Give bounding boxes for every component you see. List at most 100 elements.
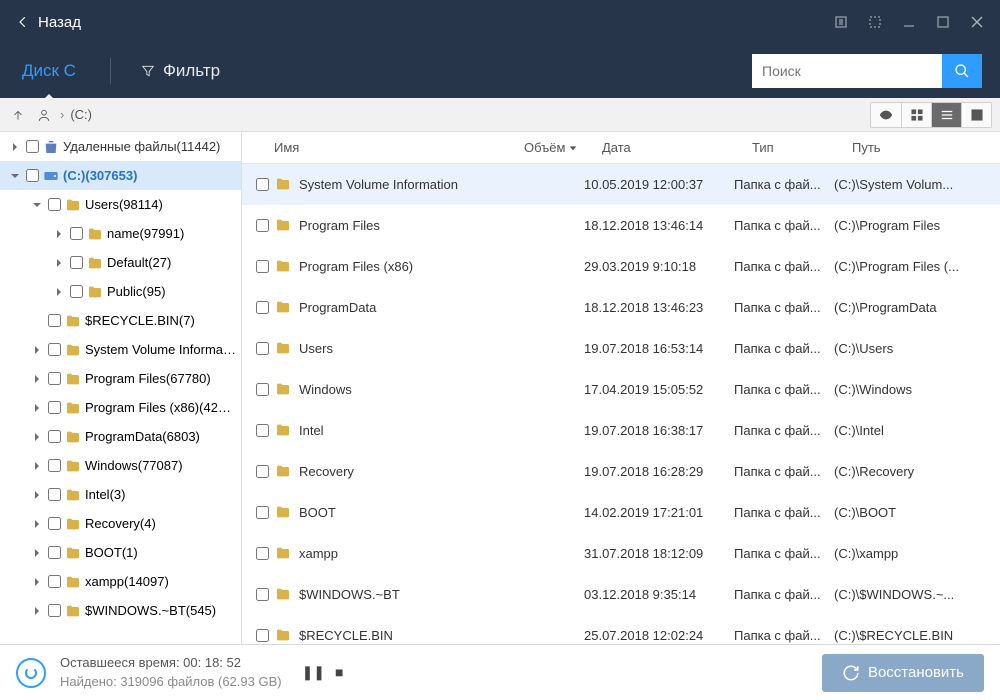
tree-item[interactable]: Program Files(67780) [0,364,241,393]
expand-arrow[interactable] [52,285,66,299]
tree-item[interactable]: Windows(77087) [0,451,241,480]
tree-item[interactable]: $WINDOWS.~BT(545) [0,596,241,625]
view-grid[interactable] [901,103,931,127]
tree-checkbox[interactable] [48,546,61,559]
file-row[interactable]: xampp31.07.2018 18:12:09Папка с фай...(C… [242,533,1000,574]
tree-item[interactable]: BOOT(1) [0,538,241,567]
expand-arrow[interactable] [30,198,44,212]
tree-checkbox[interactable] [48,198,61,211]
expand-arrow[interactable] [30,372,44,386]
tree-checkbox[interactable] [26,140,39,153]
row-checkbox[interactable] [256,506,269,519]
expand-arrow[interactable] [30,517,44,531]
expand-arrow[interactable] [30,488,44,502]
tree-checkbox[interactable] [26,169,39,182]
tree-checkbox[interactable] [70,256,83,269]
file-row[interactable]: Users19.07.2018 16:53:14Папка с фай...(C… [242,328,1000,369]
expand-arrow[interactable] [30,459,44,473]
tree-item[interactable]: System Volume Information(6) [0,335,241,364]
file-row[interactable]: System Volume Information10.05.2019 12:0… [242,164,1000,205]
expand-arrow[interactable] [8,140,22,154]
tree-checkbox[interactable] [48,372,61,385]
expand-arrow[interactable] [30,430,44,444]
back-button[interactable]: Назад [8,14,89,31]
window-tool2[interactable] [860,8,890,36]
tree-item[interactable]: Recovery(4) [0,509,241,538]
tree-item[interactable]: name(97991) [0,219,241,248]
window-maximize[interactable] [928,8,958,36]
tree-item[interactable]: $RECYCLE.BIN(7) [0,306,241,335]
filter-button[interactable]: Фильтр [141,61,220,81]
file-row[interactable]: $RECYCLE.BIN25.07.2018 12:02:24Папка с ф… [242,615,1000,644]
tree-item[interactable]: Public(95) [0,277,241,306]
tree-checkbox[interactable] [48,517,61,530]
pause-button[interactable]: ❚❚ [302,664,325,681]
col-date[interactable]: Дата [596,140,746,155]
tree-item[interactable]: Program Files (x86)(42924) [0,393,241,422]
row-checkbox[interactable] [256,301,269,314]
tree-item[interactable]: Intel(3) [0,480,241,509]
tree-item[interactable]: xampp(14097) [0,567,241,596]
stop-button[interactable]: ■ [335,664,343,681]
window-tool1[interactable] [826,8,856,36]
file-row[interactable]: Intel19.07.2018 16:38:17Папка с фай...(C… [242,410,1000,451]
folder-tree[interactable]: Удаленные файлы(11442)(C:)(307653)Users(… [0,132,242,644]
expand-arrow[interactable] [30,604,44,618]
file-row[interactable]: Program Files (x86)29.03.2019 9:10:18Пап… [242,246,1000,287]
row-checkbox[interactable] [256,342,269,355]
tree-checkbox[interactable] [48,314,61,327]
file-row[interactable]: ProgramData18.12.2018 13:46:23Папка с фа… [242,287,1000,328]
toggle-preview[interactable] [871,103,901,127]
expand-arrow[interactable] [30,343,44,357]
row-checkbox[interactable] [256,547,269,560]
row-checkbox[interactable] [256,219,269,232]
row-checkbox[interactable] [256,465,269,478]
search-button[interactable] [942,54,982,88]
file-row[interactable]: Program Files18.12.2018 13:46:14Папка с … [242,205,1000,246]
tree-checkbox[interactable] [48,343,61,356]
window-minimize[interactable] [894,8,924,36]
row-checkbox[interactable] [256,629,269,642]
row-checkbox[interactable] [256,588,269,601]
tree-checkbox[interactable] [70,285,83,298]
file-row[interactable]: Windows17.04.2019 15:05:52Папка с фай...… [242,369,1000,410]
tree-checkbox[interactable] [48,575,61,588]
row-checkbox[interactable] [256,178,269,191]
col-type[interactable]: Тип [746,140,846,155]
row-checkbox[interactable] [256,424,269,437]
tree-item[interactable]: Users(98114) [0,190,241,219]
search-input[interactable] [752,54,942,88]
user-icon-button[interactable] [34,105,54,125]
tree-checkbox[interactable] [70,227,83,240]
expand-arrow[interactable] [30,575,44,589]
file-row[interactable]: Recovery19.07.2018 16:28:29Папка с фай..… [242,451,1000,492]
expand-arrow[interactable] [30,546,44,560]
file-row[interactable]: $WINDOWS.~BT03.12.2018 9:35:14Папка с фа… [242,574,1000,615]
file-row[interactable]: BOOT14.02.2019 17:21:01Папка с фай...(C:… [242,492,1000,533]
expand-arrow[interactable] [52,256,66,270]
tree-checkbox[interactable] [48,488,61,501]
up-button[interactable] [8,105,28,125]
tree-checkbox[interactable] [48,401,61,414]
row-checkbox[interactable] [256,383,269,396]
expand-arrow[interactable] [52,227,66,241]
expand-arrow[interactable] [8,169,22,183]
tree-checkbox[interactable] [48,604,61,617]
tree-checkbox[interactable] [48,430,61,443]
view-list[interactable] [931,103,961,127]
view-details[interactable] [961,103,991,127]
recover-button[interactable]: Восстановить [822,654,984,692]
col-path[interactable]: Путь [846,140,1000,155]
row-checkbox[interactable] [256,260,269,273]
expand-arrow[interactable] [30,314,44,328]
tree-item[interactable]: (C:)(307653) [0,161,241,190]
tree-item[interactable]: ProgramData(6803) [0,422,241,451]
expand-arrow[interactable] [30,401,44,415]
tree-item[interactable]: Default(27) [0,248,241,277]
tree-item[interactable]: Удаленные файлы(11442) [0,132,241,161]
tab-disk[interactable]: Диск C [18,55,80,87]
tree-checkbox[interactable] [48,459,61,472]
col-name[interactable]: Имя [268,140,518,155]
col-volume[interactable]: Объём [518,140,596,155]
window-close[interactable] [962,8,992,36]
